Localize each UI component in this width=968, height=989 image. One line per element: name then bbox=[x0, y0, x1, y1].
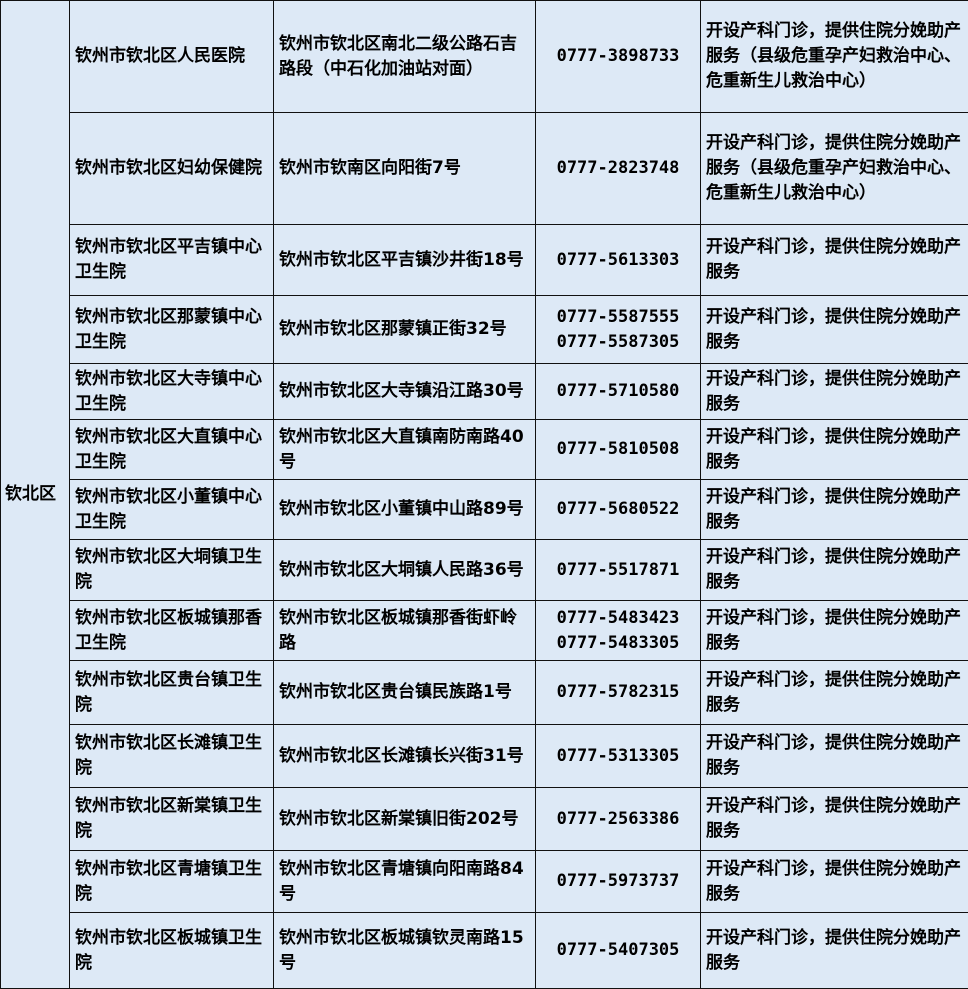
hospital-service: 开设产科门诊，提供住院分娩助产服务 bbox=[701, 420, 968, 480]
table-row: 钦州市钦北区新棠镇卫生院 钦州市钦北区新棠镇旧街202号 0777-256338… bbox=[1, 788, 968, 851]
hospital-address: 钦州市钦北区长滩镇长兴街31号 bbox=[274, 725, 536, 788]
phone-number: 0777-5782315 bbox=[538, 680, 698, 705]
table-row: 钦北区 钦州市钦北区人民医院 钦州市钦北区南北二级公路石吉路段（中石化加油站对面… bbox=[1, 1, 968, 113]
phone-number: 0777-5483423 bbox=[538, 606, 698, 631]
hospital-phone: 0777-5810508 bbox=[536, 420, 701, 480]
hospital-phone: 0777-55875550777-5587305 bbox=[536, 296, 701, 364]
table-row: 钦州市钦北区平吉镇中心卫生院 钦州市钦北区平吉镇沙井街18号 0777-5613… bbox=[1, 225, 968, 296]
table-row: 钦州市钦北区妇幼保健院 钦州市钦南区向阳街7号 0777-2823748 开设产… bbox=[1, 113, 968, 225]
hospital-name: 钦州市钦北区长滩镇卫生院 bbox=[70, 725, 274, 788]
phone-number: 0777-5973737 bbox=[538, 869, 698, 894]
table-row: 钦州市钦北区那蒙镇中心卫生院 钦州市钦北区那蒙镇正街32号 0777-55875… bbox=[1, 296, 968, 364]
hospital-address: 钦州市钦北区大直镇南防南路40号 bbox=[274, 420, 536, 480]
hospital-address: 钦州市钦北区青塘镇向阳南路84号 bbox=[274, 851, 536, 913]
phone-number: 0777-5313305 bbox=[538, 744, 698, 769]
hospital-address: 钦州市钦南区向阳街7号 bbox=[274, 113, 536, 225]
hospital-name: 钦州市钦北区平吉镇中心卫生院 bbox=[70, 225, 274, 296]
hospital-name: 钦州市钦北区板城镇那香卫生院 bbox=[70, 601, 274, 661]
phone-number: 0777-5680522 bbox=[538, 497, 698, 522]
hospital-service: 开设产科门诊，提供住院分娩助产服务 bbox=[701, 661, 968, 725]
hospital-name: 钦州市钦北区大垌镇卫生院 bbox=[70, 540, 274, 601]
phone-number: 0777-3898733 bbox=[538, 44, 698, 69]
hospital-phone: 0777-2823748 bbox=[536, 113, 701, 225]
table-row: 钦州市钦北区板城镇那香卫生院 钦州市钦北区板城镇那香街虾岭路 0777-5483… bbox=[1, 601, 968, 661]
hospital-phone: 0777-5517871 bbox=[536, 540, 701, 601]
phone-number: 0777-5407305 bbox=[538, 938, 698, 963]
hospital-name: 钦州市钦北区大寺镇中心卫生院 bbox=[70, 364, 274, 420]
hospital-phone: 0777-5680522 bbox=[536, 480, 701, 540]
table-row: 钦州市钦北区长滩镇卫生院 钦州市钦北区长滩镇长兴街31号 0777-531330… bbox=[1, 725, 968, 788]
table-row: 钦州市钦北区大垌镇卫生院 钦州市钦北区大垌镇人民路36号 0777-551787… bbox=[1, 540, 968, 601]
hospital-service: 开设产科门诊，提供住院分娩助产服务 bbox=[701, 296, 968, 364]
hospital-address: 钦州市钦北区贵台镇民族路1号 bbox=[274, 661, 536, 725]
hospital-table: 钦北区 钦州市钦北区人民医院 钦州市钦北区南北二级公路石吉路段（中石化加油站对面… bbox=[0, 0, 968, 989]
hospital-address: 钦州市钦北区板城镇钦灵南路15号 bbox=[274, 913, 536, 989]
hospital-phone: 0777-3898733 bbox=[536, 1, 701, 113]
phone-number: 0777-5810508 bbox=[538, 437, 698, 462]
hospital-address: 钦州市钦北区新棠镇旧街202号 bbox=[274, 788, 536, 851]
phone-number: 0777-5710580 bbox=[538, 379, 698, 404]
hospital-name: 钦州市钦北区新棠镇卫生院 bbox=[70, 788, 274, 851]
table-row: 钦州市钦北区大寺镇中心卫生院 钦州市钦北区大寺镇沿江路30号 0777-5710… bbox=[1, 364, 968, 420]
table-body: 钦北区 钦州市钦北区人民医院 钦州市钦北区南北二级公路石吉路段（中石化加油站对面… bbox=[1, 1, 968, 989]
hospital-address: 钦州市钦北区南北二级公路石吉路段（中石化加油站对面） bbox=[274, 1, 536, 113]
hospital-name: 钦州市钦北区贵台镇卫生院 bbox=[70, 661, 274, 725]
hospital-service: 开设产科门诊，提供住院分娩助产服务 bbox=[701, 601, 968, 661]
hospital-phone: 0777-5407305 bbox=[536, 913, 701, 989]
hospital-phone: 0777-5710580 bbox=[536, 364, 701, 420]
table-row: 钦州市钦北区大直镇中心卫生院 钦州市钦北区大直镇南防南路40号 0777-581… bbox=[1, 420, 968, 480]
hospital-phone: 0777-5973737 bbox=[536, 851, 701, 913]
hospital-name: 钦州市钦北区妇幼保健院 bbox=[70, 113, 274, 225]
table-row: 钦州市钦北区青塘镇卫生院 钦州市钦北区青塘镇向阳南路84号 0777-59737… bbox=[1, 851, 968, 913]
hospital-phone: 0777-5782315 bbox=[536, 661, 701, 725]
hospital-service: 开设产科门诊，提供住院分娩助产服务 bbox=[701, 788, 968, 851]
hospital-address: 钦州市钦北区小董镇中山路89号 bbox=[274, 480, 536, 540]
hospital-service: 开设产科门诊，提供住院分娩助产服务 bbox=[701, 364, 968, 420]
hospital-address: 钦州市钦北区板城镇那香街虾岭路 bbox=[274, 601, 536, 661]
hospital-address: 钦州市钦北区那蒙镇正街32号 bbox=[274, 296, 536, 364]
hospital-service: 开设产科门诊，提供住院分娩助产服务 bbox=[701, 540, 968, 601]
hospital-phone: 0777-5613303 bbox=[536, 225, 701, 296]
hospital-phone: 0777-5313305 bbox=[536, 725, 701, 788]
hospital-name: 钦州市钦北区板城镇卫生院 bbox=[70, 913, 274, 989]
hospital-address: 钦州市钦北区大垌镇人民路36号 bbox=[274, 540, 536, 601]
hospital-service: 开设产科门诊，提供住院分娩助产服务（县级危重孕产妇救治中心、危重新生儿救治中心） bbox=[701, 113, 968, 225]
hospital-phone: 0777-54834230777-5483305 bbox=[536, 601, 701, 661]
hospital-name: 钦州市钦北区小董镇中心卫生院 bbox=[70, 480, 274, 540]
phone-number: 0777-5613303 bbox=[538, 248, 698, 273]
phone-number: 0777-2563386 bbox=[538, 807, 698, 832]
hospital-service: 开设产科门诊，提供住院分娩助产服务（县级危重孕产妇救治中心、危重新生儿救治中心） bbox=[701, 1, 968, 113]
hospital-address: 钦州市钦北区平吉镇沙井街18号 bbox=[274, 225, 536, 296]
hospital-phone: 0777-2563386 bbox=[536, 788, 701, 851]
phone-number: 0777-5587555 bbox=[538, 305, 698, 330]
hospital-name: 钦州市钦北区人民医院 bbox=[70, 1, 274, 113]
hospital-name: 钦州市钦北区大直镇中心卫生院 bbox=[70, 420, 274, 480]
hospital-name: 钦州市钦北区青塘镇卫生院 bbox=[70, 851, 274, 913]
table-row: 钦州市钦北区贵台镇卫生院 钦州市钦北区贵台镇民族路1号 0777-5782315… bbox=[1, 661, 968, 725]
hospital-service: 开设产科门诊，提供住院分娩助产服务 bbox=[701, 851, 968, 913]
phone-number: 0777-5517871 bbox=[538, 558, 698, 583]
table-row: 钦州市钦北区小董镇中心卫生院 钦州市钦北区小董镇中山路89号 0777-5680… bbox=[1, 480, 968, 540]
district-cell: 钦北区 bbox=[1, 1, 70, 989]
hospital-service: 开设产科门诊，提供住院分娩助产服务 bbox=[701, 225, 968, 296]
hospital-service: 开设产科门诊，提供住院分娩助产服务 bbox=[701, 725, 968, 788]
phone-number: 0777-5483305 bbox=[538, 631, 698, 656]
phone-number: 0777-2823748 bbox=[538, 156, 698, 181]
hospital-service: 开设产科门诊，提供住院分娩助产服务 bbox=[701, 913, 968, 989]
phone-number: 0777-5587305 bbox=[538, 330, 698, 355]
table-row: 钦州市钦北区板城镇卫生院 钦州市钦北区板城镇钦灵南路15号 0777-54073… bbox=[1, 913, 968, 989]
hospital-address: 钦州市钦北区大寺镇沿江路30号 bbox=[274, 364, 536, 420]
hospital-service: 开设产科门诊，提供住院分娩助产服务 bbox=[701, 480, 968, 540]
hospital-name: 钦州市钦北区那蒙镇中心卫生院 bbox=[70, 296, 274, 364]
